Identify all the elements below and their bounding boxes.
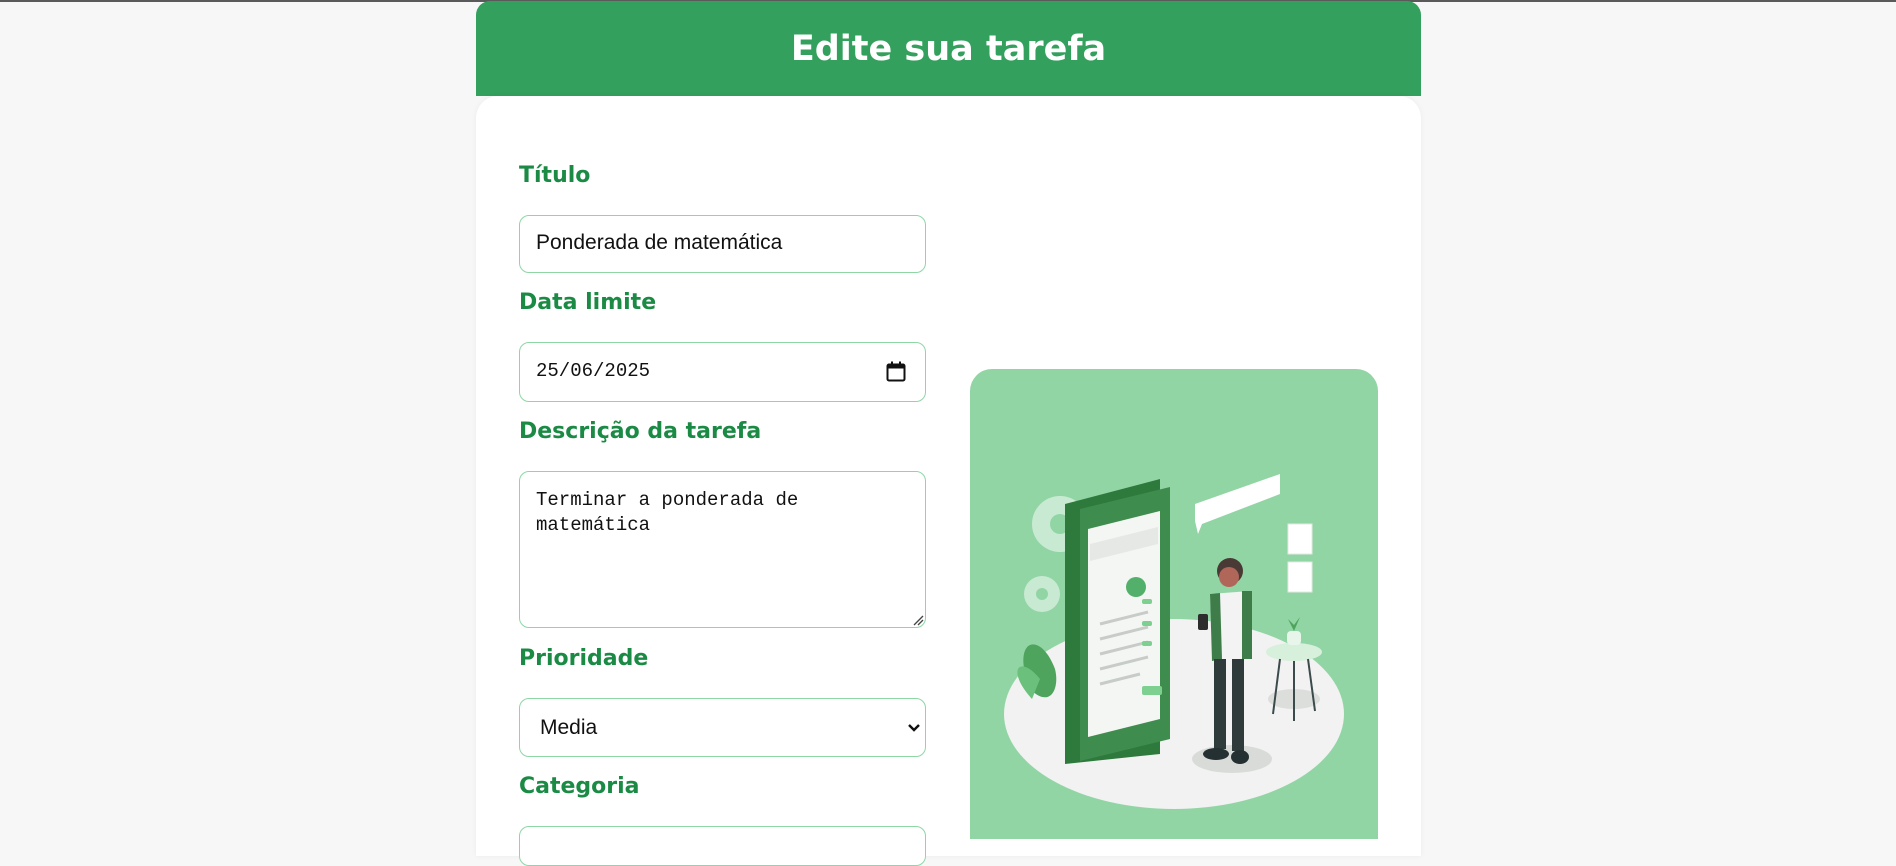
prioridade-select[interactable]: Media bbox=[519, 698, 926, 757]
descricao-value-line1: Terminar a ponderada de bbox=[536, 489, 799, 511]
descricao-textarea[interactable]: Terminar a ponderada de matemática bbox=[519, 471, 926, 628]
data-limite-value: 25/06/2025 bbox=[536, 360, 651, 382]
prioridade-label: Prioridade bbox=[519, 646, 649, 671]
illustration-panel bbox=[970, 369, 1378, 839]
titulo-label: Título bbox=[519, 163, 591, 188]
categoria-select[interactable] bbox=[519, 826, 926, 866]
page-header: Edite sua tarefa bbox=[476, 1, 1421, 96]
person-phone-illustration bbox=[1004, 474, 1344, 809]
descricao-value-line2: matemática bbox=[536, 514, 651, 536]
calendar-icon[interactable] bbox=[886, 361, 906, 383]
data-limite-input[interactable]: 25/06/2025 bbox=[519, 342, 926, 402]
prioridade-value: Media bbox=[540, 716, 598, 739]
chevron-down-icon bbox=[908, 724, 920, 732]
titulo-input[interactable]: Ponderada de matemática bbox=[519, 215, 926, 273]
data-limite-label: Data limite bbox=[519, 290, 657, 315]
descricao-label: Descrição da tarefa bbox=[519, 419, 762, 444]
page-title: Edite sua tarefa bbox=[790, 28, 1107, 69]
categoria-label: Categoria bbox=[519, 774, 640, 799]
titulo-value: Ponderada de matemática bbox=[536, 231, 783, 254]
resize-handle-icon[interactable] bbox=[912, 614, 924, 626]
